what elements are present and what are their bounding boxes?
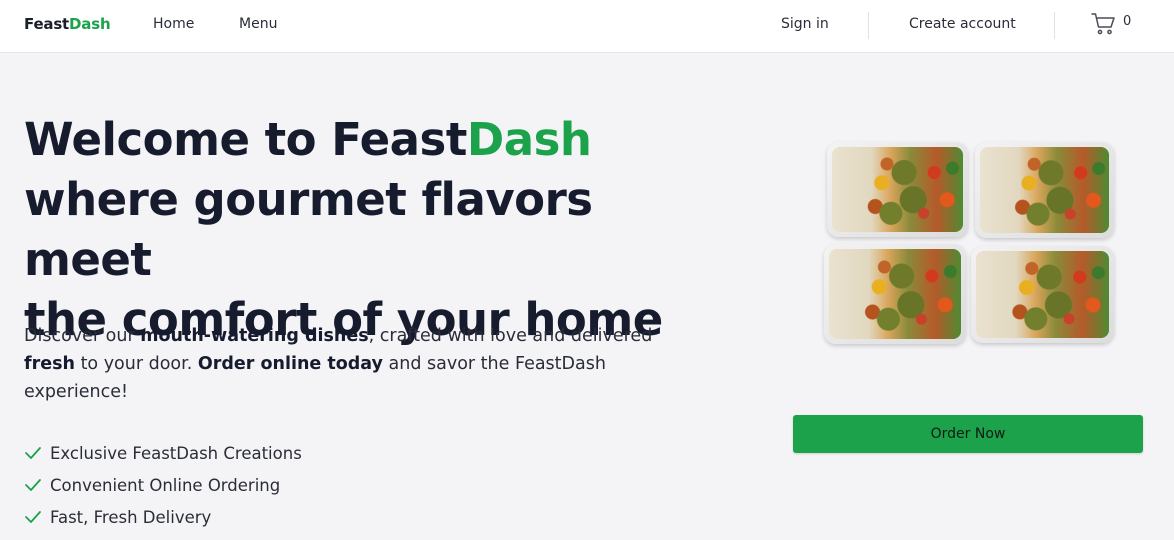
checkmark-icon <box>25 479 41 491</box>
checkmark-icon <box>25 511 41 523</box>
create-account-link[interactable]: Create account <box>909 16 1016 32</box>
hero-title-line2: where gourmet flavors meet <box>24 173 593 286</box>
hero-description: Discover our mouth-watering dishes, craf… <box>24 326 653 402</box>
top-navbar: FeastDash Home Menu Sign in Create accou… <box>0 0 1174 53</box>
meal-container <box>827 142 968 237</box>
feature-item: Fast, Fresh Delivery <box>24 501 302 533</box>
feature-list: Exclusive FeastDash Creations Convenient… <box>24 437 302 533</box>
meal-container <box>975 142 1114 238</box>
nav-divider <box>1054 12 1055 39</box>
nav-menu-link[interactable]: Menu <box>239 16 277 32</box>
checkmark-icon <box>25 447 41 459</box>
order-now-button[interactable]: Order Now <box>793 415 1143 453</box>
nav-divider <box>868 12 869 39</box>
hero-title-accent: Dash <box>466 113 592 166</box>
meal-container <box>971 246 1114 343</box>
feature-label: Fast, Fresh Delivery <box>50 507 212 527</box>
meal-container <box>824 244 966 344</box>
shopping-cart-icon[interactable] <box>1091 12 1116 36</box>
logo-text-feast: Feast <box>24 15 70 33</box>
nav-home-link[interactable]: Home <box>153 16 194 32</box>
cart-count-badge: 0 <box>1123 14 1132 29</box>
logo-text-dash: Dash <box>69 15 111 33</box>
meal-prep-image <box>822 140 1116 346</box>
feature-label: Exclusive FeastDash Creations <box>50 443 302 463</box>
hero-title-line1: Welcome to FeastDash <box>24 113 592 166</box>
sign-in-link[interactable]: Sign in <box>781 16 829 32</box>
brand-logo[interactable]: FeastDash <box>24 15 111 33</box>
feature-label: Convenient Online Ordering <box>50 475 281 495</box>
hero-title: Welcome to FeastDash where gourmet flavo… <box>24 110 724 350</box>
feature-item: Convenient Online Ordering <box>24 469 302 501</box>
feature-item: Exclusive FeastDash Creations <box>24 437 302 469</box>
